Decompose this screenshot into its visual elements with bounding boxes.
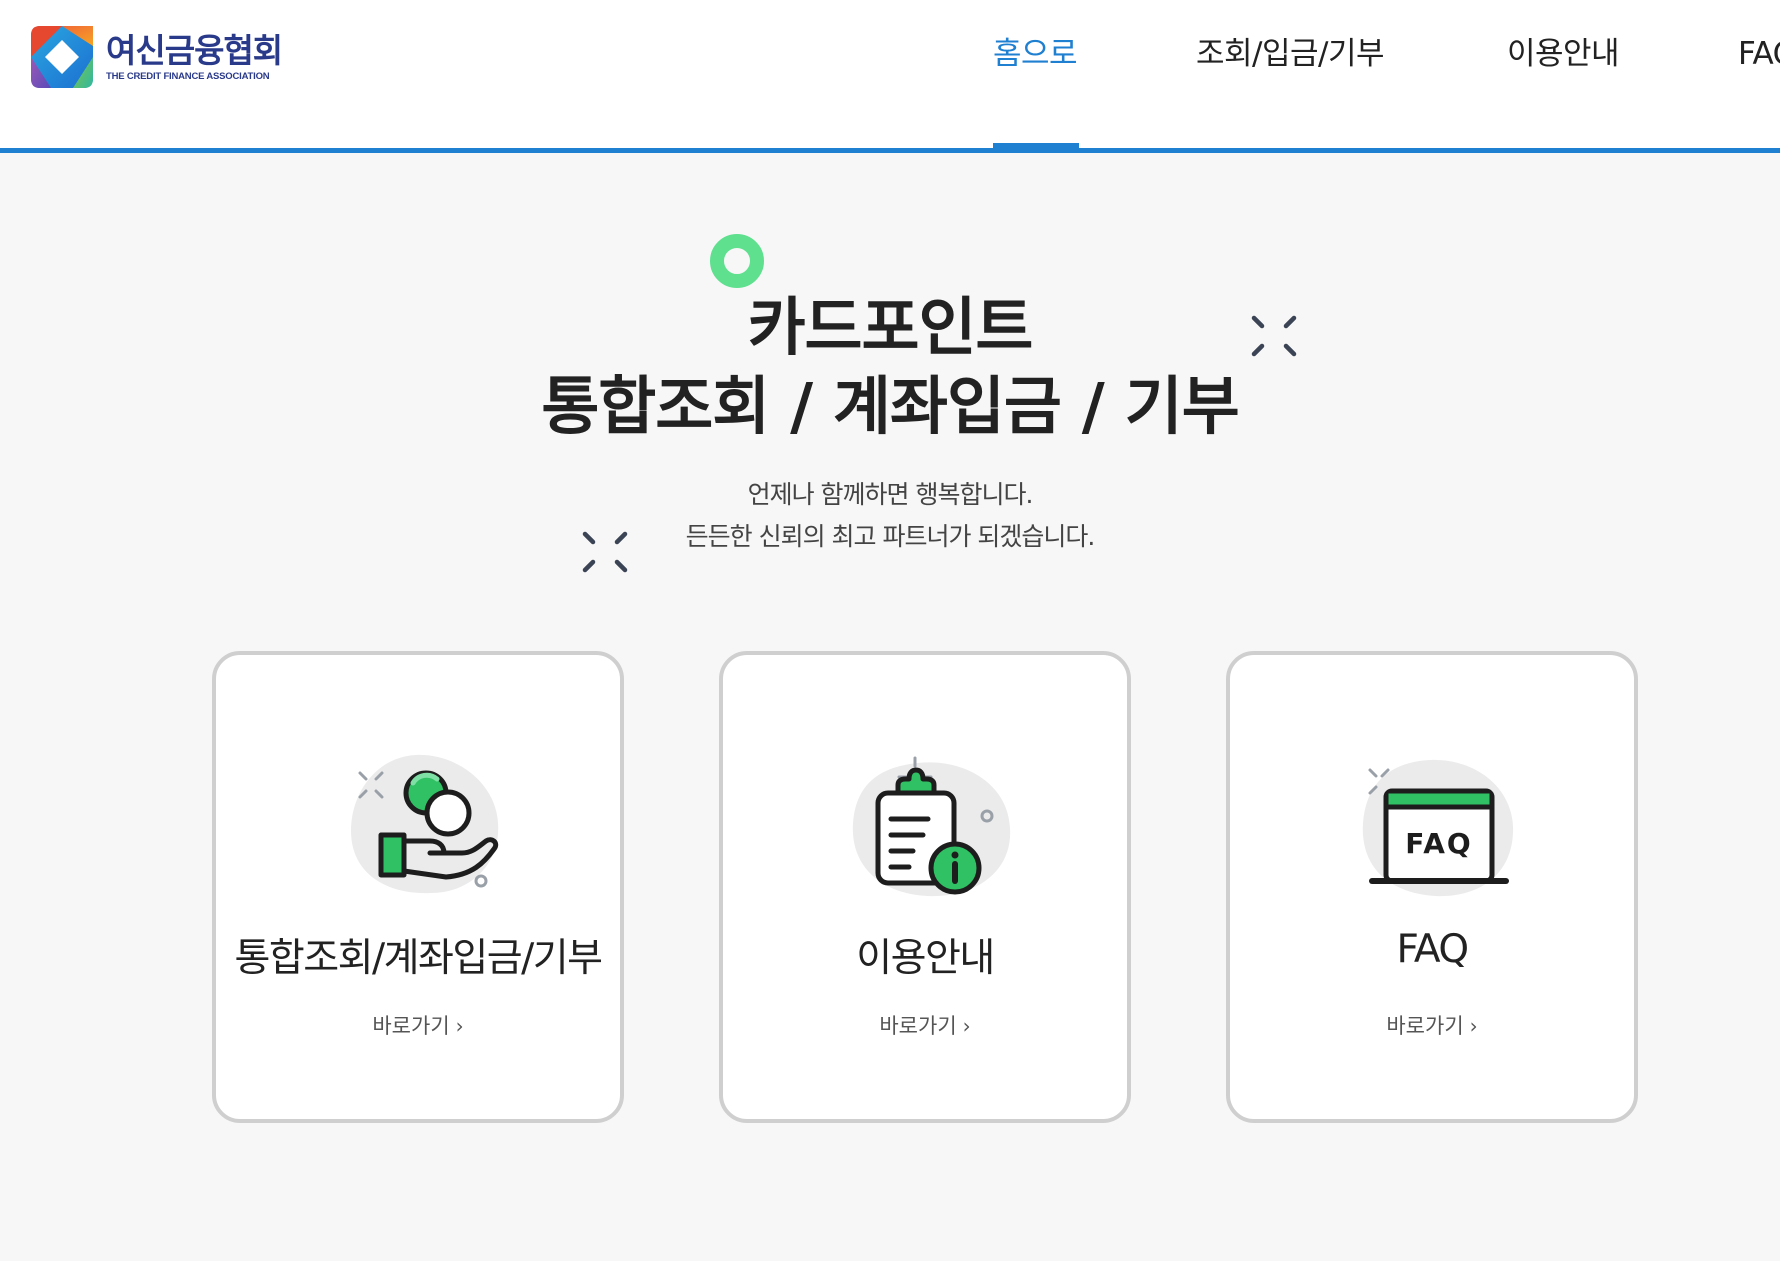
nav-active-indicator xyxy=(993,143,1079,148)
hero-title-line1: 카드포인트 xyxy=(747,291,1034,364)
chevron-right-icon: › xyxy=(962,1014,971,1038)
go-link-label: 바로가기 xyxy=(879,1014,957,1038)
card-title: 이용안내 xyxy=(856,936,995,981)
go-link-label: 바로가기 xyxy=(1386,1014,1464,1038)
chevron-right-icon: › xyxy=(455,1014,464,1038)
nav-inquiry-deposit-donate[interactable]: 조회/입금/기부 xyxy=(1196,34,1385,74)
hero-subtitle-line1: 언제나 함께하면 행복합니다. xyxy=(747,480,1034,509)
main-nav: 홈으로 조회/입금/기부 이용안내 FAQ xyxy=(0,0,1780,148)
nav-guide[interactable]: 이용안내 xyxy=(1507,34,1620,74)
hand-coins-icon xyxy=(351,754,499,894)
card-title: FAQ xyxy=(1396,927,1469,972)
chevron-right-icon: › xyxy=(1469,1014,1478,1038)
go-link[interactable]: 바로가기 › xyxy=(216,1010,620,1040)
nav-faq[interactable]: FAQ xyxy=(1738,34,1780,74)
hero-subtitle-line2: 든든한 신뢰의 최고 파트너가 되겠습니다. xyxy=(685,522,1096,551)
svg-text:FAQ: FAQ xyxy=(1405,827,1472,860)
card-guide[interactable]: 이용안내 바로가기 › xyxy=(719,651,1131,1123)
go-link[interactable]: 바로가기 › xyxy=(723,1010,1127,1040)
faq-window-icon: FAQ xyxy=(1362,759,1514,897)
clipboard-info-icon xyxy=(852,756,1011,897)
nav-home[interactable]: 홈으로 xyxy=(993,34,1078,74)
card-faq[interactable]: FAQ FAQ 바로가기 › xyxy=(1226,651,1638,1123)
card-title: 통합조회/계좌입금/기부 xyxy=(234,936,603,981)
green-ring-decoration-icon xyxy=(710,234,764,288)
hero-title-line2: 통합조회 / 계좌입금 / 기부 xyxy=(541,370,1239,443)
card-inquiry-deposit-donate[interactable]: 통합조회/계좌입금/기부 바로가기 › xyxy=(212,651,624,1123)
site-header: 여신금융협회 THE CREDIT FINANCE ASSOCIATION 홈으… xyxy=(0,0,1780,153)
go-link-label: 바로가기 xyxy=(372,1014,450,1038)
go-link[interactable]: 바로가기 › xyxy=(1230,1010,1634,1040)
